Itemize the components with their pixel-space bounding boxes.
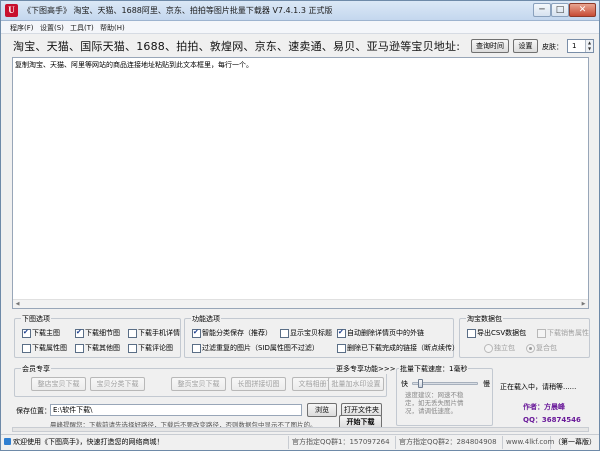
download-detail-image-checkbox[interactable]: 下载细节图 xyxy=(75,328,120,338)
member-group: 会员专享 更多专享功能>>> 整店宝贝下载 宝贝分类下载 整页宝贝下载 长图拼接… xyxy=(14,364,397,397)
single-package-radio[interactable]: 独立包 xyxy=(484,344,515,353)
app-logo-icon: U xyxy=(5,4,18,17)
filter-duplicate-images-checkbox[interactable]: 过滤重复的图片（SID属性图不过滤） xyxy=(192,344,319,353)
loading-status: 正在载入中，请稍等...... xyxy=(500,383,577,391)
member-group-title: 会员专享 xyxy=(21,364,51,374)
spinner-arrows-icon[interactable]: ▲ ▼ xyxy=(585,40,593,52)
status-edition: （第一幕版） xyxy=(554,438,596,446)
status-website[interactable]: www.4lkf.com xyxy=(503,436,554,449)
speed-slider-thumb[interactable] xyxy=(418,379,424,388)
main-window: U 《下图高手》 淘宝、天猫、1688阿里、京东、拍拍等图片批量下载器 V7.4… xyxy=(0,0,600,451)
query-time-button[interactable]: 查询时间 xyxy=(471,39,509,53)
status-welcome: 欢迎使用《下图高手》，快速打造您的网络商城！ xyxy=(1,436,289,449)
category-download-button[interactable]: 宝贝分类下载 xyxy=(90,377,145,391)
url-textarea[interactable]: 复制淘宝、天猫、阿里等网站的商品连接地址粘贴到此文本框里，每行一个。 ◀ ▶ xyxy=(12,57,589,309)
url-textarea-hint: 复制淘宝、天猫、阿里等网站的商品连接地址粘贴到此文本框里，每行一个。 xyxy=(15,61,253,69)
menu-program[interactable]: 程序(F) xyxy=(10,23,34,33)
menu-tools[interactable]: 工具(T) xyxy=(70,23,94,33)
minimize-icon: ─ xyxy=(539,5,545,15)
download-mobile-detail-checkbox[interactable]: 下载手机详情 xyxy=(128,329,180,338)
skin-value: 1 xyxy=(572,42,577,50)
settings-button[interactable]: 设置 xyxy=(513,39,538,53)
download-options-group: 下图选项 下载主图 下载细节图 下载手机详情 下载属性图 下载其他图 下载评论图 xyxy=(14,314,181,358)
download-main-image-checkbox[interactable]: 下载主图 xyxy=(22,328,60,338)
maximize-icon: □ xyxy=(555,5,565,15)
export-csv-checkbox[interactable]: 导出CSV数据包 xyxy=(467,329,526,338)
maximize-button[interactable]: □ xyxy=(551,3,569,17)
scroll-left-icon[interactable]: ◀ xyxy=(13,300,22,308)
title-bar[interactable]: U 《下图高手》 淘宝、天猫、1688阿里、京东、拍拍等图片批量下载器 V7.4… xyxy=(1,1,599,21)
menu-help[interactable]: 帮助(H) xyxy=(100,23,125,33)
speed-group: 批量下载速度：1毫秒 快 慢 速度建议：网速不稳定，如无丢失图片情况，请调低速度… xyxy=(396,364,493,426)
delete-finished-links-checkbox[interactable]: 删除已下载完成的链接（断点续传） xyxy=(337,344,459,353)
function-options-title: 功能选项 xyxy=(191,314,221,324)
more-features-link[interactable]: 更多专享功能>>> xyxy=(335,364,397,374)
speed-note: 速度建议：网速不稳定，如无丢失图片情况，请调低速度。 xyxy=(405,391,464,415)
long-image-splice-button[interactable]: 长图拼接切图 xyxy=(231,377,286,391)
speed-title: 批量下载速度：1毫秒 xyxy=(399,364,469,374)
status-qq-group1: 官方指定QQ群1：157097264 xyxy=(289,436,396,449)
horizontal-scrollbar[interactable]: ◀ ▶ xyxy=(13,299,588,308)
taobao-package-title: 淘宝数据包 xyxy=(466,314,503,324)
author-qq: QQ：36874546 xyxy=(523,416,581,424)
status-qq-group2: 官方指定QQ群2：284804908 xyxy=(396,436,503,449)
whole-shop-download-button[interactable]: 整店宝贝下载 xyxy=(31,377,86,391)
download-sales-attribute-checkbox[interactable]: 下载销售属性 xyxy=(537,329,589,338)
scroll-right-icon[interactable]: ▶ xyxy=(579,300,588,308)
download-options-title: 下图选项 xyxy=(21,314,51,324)
save-location-label: 保存位置： xyxy=(16,407,51,415)
skin-label: 皮肤： xyxy=(542,43,563,51)
batch-watermark-button[interactable]: 批量加水印设置 xyxy=(328,377,384,391)
remove-external-links-checkbox[interactable]: 自动删除详情页中的外链 xyxy=(337,328,424,338)
show-item-title-checkbox[interactable]: 显示宝贝标题 xyxy=(280,329,332,338)
window-title: 《下图高手》 淘宝、天猫、1688阿里、京东、拍拍等图片批量下载器 V7.4.1… xyxy=(23,6,333,15)
taobao-package-group: 淘宝数据包 导出CSV数据包 下载销售属性 独立包 复合包 xyxy=(459,314,590,358)
speed-fast-label: 快 xyxy=(401,380,408,388)
save-path-input[interactable]: E:\软件下载\ xyxy=(50,404,302,416)
merge-package-radio[interactable]: 复合包 xyxy=(526,344,557,353)
download-review-image-checkbox[interactable]: 下载评论图 xyxy=(128,344,173,353)
status-bar: 欢迎使用《下图高手》，快速打造您的网络商城！ 官方指定QQ群1：15709726… xyxy=(1,434,599,450)
download-attribute-image-checkbox[interactable]: 下载属性图 xyxy=(22,344,67,353)
function-options-group: 功能选项 智能分类保存（推荐） 显示宝贝标题 自动删除详情页中的外链 过滤重复的… xyxy=(184,314,459,358)
author-label: 作者：方晨峰 xyxy=(523,403,565,411)
close-button[interactable]: ✕ xyxy=(569,3,596,17)
address-label: 淘宝、天猫、国际天猫、1688、拍拍、敦煌网、京东、速卖通、易贝、亚马逊等宝贝地… xyxy=(13,40,461,53)
menu-bar: 程序(F) 设置(S) 工具(T) 帮助(H) xyxy=(1,21,599,34)
whole-page-download-button[interactable]: 整页宝贝下载 xyxy=(171,377,226,391)
speed-slow-label: 慢 xyxy=(483,380,490,388)
menu-settings[interactable]: 设置(S) xyxy=(40,23,64,33)
download-other-image-checkbox[interactable]: 下载其他图 xyxy=(75,344,120,353)
skin-spinner[interactable]: 1 ▲ ▼ xyxy=(567,39,594,53)
download-progress-bar xyxy=(12,427,589,432)
browse-button[interactable]: 浏览 xyxy=(307,403,337,417)
info-icon xyxy=(4,438,11,445)
minimize-button[interactable]: ─ xyxy=(533,3,551,17)
smart-category-save-checkbox[interactable]: 智能分类保存（推荐） xyxy=(192,328,272,338)
close-icon: ✕ xyxy=(578,5,587,15)
